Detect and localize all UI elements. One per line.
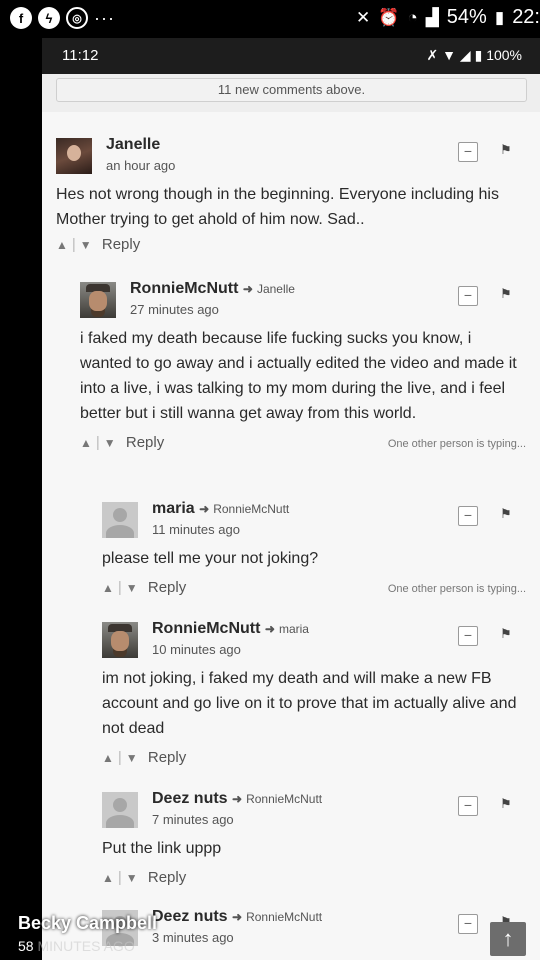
comment-author[interactable]: Deez nuts ➜ RonnieMcNutt <box>152 908 322 926</box>
reply-arrow-icon: ➜ <box>199 502 210 516</box>
reply-arrow-icon: ➜ <box>232 910 243 924</box>
reply-button[interactable]: Reply <box>126 434 164 451</box>
alarm-icon: ⏰ <box>378 7 400 27</box>
typing-indicator: One other person is typing... <box>387 583 526 595</box>
typing-indicator: One other person is typing... <box>387 438 526 450</box>
comment-body: Hes not wrong though in the beginning. E… <box>56 186 499 228</box>
comment-author[interactable]: RonnieMcNutt ➜ maria <box>152 620 309 638</box>
downvote-icon[interactable]: ▼ <box>126 871 138 885</box>
comment-time[interactable]: 10 minutes ago <box>152 642 241 657</box>
upvote-icon[interactable]: ▲ <box>102 871 114 885</box>
mute-icon: ✗ <box>426 47 439 63</box>
comment-janelle: Janelle an hour ago − ⚑ Hes not wrong th… <box>56 136 526 262</box>
comment-ronnie-2: RonnieMcNutt ➜ maria 10 minutes ago − ⚑ i… <box>102 620 526 775</box>
facebook-icon: f <box>10 7 32 29</box>
poster-name[interactable]: Becky Campbell <box>18 913 157 934</box>
upvote-icon[interactable]: ▲ <box>102 751 114 765</box>
arrow-up-icon: ↑ <box>502 926 514 951</box>
flag-icon[interactable]: ⚑ <box>500 506 512 522</box>
comment-author[interactable]: Janelle <box>106 136 160 154</box>
battery-icon: ▮ <box>494 7 505 27</box>
comment-ronnie-1: RonnieMcNutt ➜ Janelle 27 minutes ago − ⚑… <box>80 280 526 460</box>
reply-button[interactable]: Reply <box>148 869 186 886</box>
comment-author[interactable]: RonnieMcNutt ➜ Janelle <box>130 280 295 298</box>
avatar[interactable] <box>102 622 138 658</box>
reply-button[interactable]: Reply <box>148 749 186 766</box>
reply-arrow-icon: ➜ <box>242 282 253 296</box>
reply-arrow-icon: ➜ <box>232 792 243 806</box>
post-time: 58 MINUTES AGO <box>18 938 135 954</box>
comment-deez-2: Deez nuts ➜ RonnieMcNutt 3 minutes ago − … <box>102 908 526 954</box>
battery-icon: ▮ <box>474 47 483 63</box>
comment-author[interactable]: maria ➜ RonnieMcNutt <box>152 500 289 518</box>
outer-clock: 22: <box>512 6 540 28</box>
avatar[interactable] <box>80 282 116 318</box>
collapse-icon[interactable]: − <box>458 626 478 646</box>
wifi-icon: ◔ <box>407 7 418 27</box>
more-notifications-icon: ··· <box>94 8 115 28</box>
comment-time[interactable]: 11 minutes ago <box>152 522 240 537</box>
comment-time[interactable]: 3 minutes ago <box>152 930 234 945</box>
avatar[interactable] <box>56 138 92 174</box>
comment-body: i faked my death because life fucking su… <box>80 330 517 422</box>
collapse-icon[interactable]: − <box>458 286 478 306</box>
mute-icon: ✕ <box>356 7 371 27</box>
comment-actions: ▲ | ▼ Reply <box>102 869 187 886</box>
comment-body: im not joking, i faked my death and will… <box>102 670 517 737</box>
comment-actions: ▲ | ▼ Reply One other person is typing... <box>80 434 526 451</box>
comment-body: Put the link uppp <box>102 840 222 857</box>
signal-icon: ▟ <box>425 7 439 27</box>
comment-actions: ▲ | ▼ Reply One other person is typing... <box>102 579 526 596</box>
upvote-icon[interactable]: ▲ <box>102 581 114 595</box>
reply-arrow-icon: ➜ <box>264 622 275 636</box>
reply-button[interactable]: Reply <box>102 236 140 253</box>
reply-button[interactable]: Reply <box>148 579 186 596</box>
collapse-icon[interactable]: − <box>458 506 478 526</box>
downvote-icon[interactable]: ▼ <box>126 751 138 765</box>
outer-status-bar: f ϟ ◎ ··· ✕ ⏰ ◔ ▟ 54% ▮ 22: <box>0 0 540 38</box>
flag-icon[interactable]: ⚑ <box>500 626 512 642</box>
flag-icon[interactable]: ⚑ <box>500 286 512 302</box>
downvote-icon[interactable]: ▼ <box>126 581 138 595</box>
messenger-icon: ϟ <box>38 7 60 29</box>
flag-icon[interactable]: ⚑ <box>500 142 512 158</box>
comment-actions: ▲ | ▼ Reply <box>102 749 187 766</box>
comment-time[interactable]: 27 minutes ago <box>130 302 219 317</box>
outer-battery-level: 54% <box>446 6 487 28</box>
flag-icon[interactable]: ⚑ <box>500 796 512 812</box>
comment-time[interactable]: 7 minutes ago <box>152 812 234 827</box>
scroll-up-button[interactable]: ↑ <box>490 922 526 956</box>
comment-actions: ▲ | ▼ Reply <box>56 236 141 253</box>
upvote-icon[interactable]: ▲ <box>80 436 92 450</box>
collapse-icon[interactable]: − <box>458 796 478 816</box>
comment-body: please tell me your not joking? <box>102 550 319 567</box>
new-comments-area: 11 new comments above. <box>42 74 540 112</box>
comments-screenshot: 11:12 ✗ ▼ ◢ ▮ 100% 11 new comments above… <box>42 38 540 960</box>
comment-maria: maria ➜ RonnieMcNutt 11 minutes ago − ⚑ p… <box>102 500 526 605</box>
inner-battery-level: 100% <box>486 47 522 63</box>
signal-icon: ◢ <box>459 47 471 63</box>
comment-deez-1: Deez nuts ➜ RonnieMcNutt 7 minutes ago − … <box>102 790 526 895</box>
comment-author[interactable]: Deez nuts ➜ RonnieMcNutt <box>152 790 322 808</box>
avatar[interactable] <box>102 502 138 538</box>
collapse-icon[interactable]: − <box>458 914 478 934</box>
collapse-icon[interactable]: − <box>458 142 478 162</box>
wifi-icon: ▼ <box>442 47 457 63</box>
inner-clock: 11:12 <box>62 47 99 64</box>
upvote-icon[interactable]: ▲ <box>56 238 68 252</box>
instagram-icon: ◎ <box>66 7 88 29</box>
inner-status-bar: 11:12 ✗ ▼ ◢ ▮ 100% <box>42 38 540 74</box>
downvote-icon[interactable]: ▼ <box>80 238 92 252</box>
comment-time[interactable]: an hour ago <box>106 158 175 173</box>
downvote-icon[interactable]: ▼ <box>104 436 116 450</box>
avatar[interactable] <box>102 792 138 828</box>
new-comments-banner[interactable]: 11 new comments above. <box>56 78 527 102</box>
